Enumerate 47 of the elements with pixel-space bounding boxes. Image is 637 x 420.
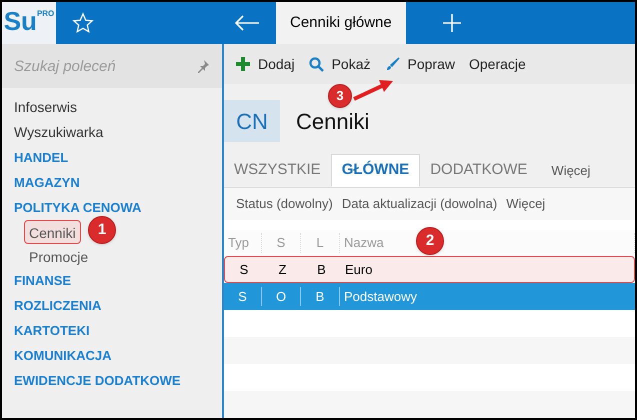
page-title: Cenniki xyxy=(296,108,370,136)
pin-icon[interactable] xyxy=(196,59,210,73)
table-cell: S xyxy=(224,286,262,306)
column-header[interactable]: S xyxy=(262,233,301,253)
table-cell: B xyxy=(301,286,340,306)
plus-icon xyxy=(236,57,250,72)
plus-icon[interactable] xyxy=(442,13,462,33)
search-field[interactable]: Szukaj poleceń xyxy=(2,44,222,88)
more-tab[interactable]: Więcej xyxy=(537,154,604,188)
toolbar-button[interactable]: Pokaż xyxy=(332,54,371,75)
search-icon xyxy=(308,56,324,72)
back-arrow-icon[interactable] xyxy=(234,14,260,32)
annotation-arrow xyxy=(352,79,394,101)
menu-section[interactable]: HANDEL xyxy=(14,145,68,170)
menu-section[interactable]: FINANSE xyxy=(14,268,72,293)
table-cell: O xyxy=(262,286,301,306)
table-cell-text: Z xyxy=(278,260,288,279)
toolbar-button[interactable]: Operacje xyxy=(468,54,526,75)
table-cell-text: S xyxy=(238,260,250,279)
toolbar-button[interactable]: Dodaj xyxy=(258,54,295,75)
filter-button[interactable]: Więcej xyxy=(506,194,546,214)
menu-item[interactable]: Infoserwis xyxy=(14,95,78,120)
toolbar-button[interactable]: Popraw xyxy=(408,54,455,75)
view-tab[interactable]: DODATKOWE xyxy=(420,154,538,188)
menu-section[interactable]: EWIDENCJE DODATKOWE xyxy=(14,368,181,393)
menu-section[interactable]: KOMUNIKACJA xyxy=(14,343,112,368)
column-header[interactable]: Typ xyxy=(224,233,262,253)
module-badge: CN xyxy=(224,100,280,142)
brush-icon xyxy=(384,56,400,72)
view-tab[interactable]: WSZYSTKIE xyxy=(224,154,331,188)
menu-section[interactable]: KARTOTEKI xyxy=(14,318,90,343)
document-tab[interactable]: Cenniki główne xyxy=(276,2,406,44)
star-icon[interactable] xyxy=(72,12,94,34)
menu-section[interactable]: ROZLICZENIA xyxy=(14,293,102,318)
table-cell-text: Euro xyxy=(344,260,374,279)
filter-button[interactable]: Data aktualizacji (dowolna) xyxy=(342,194,498,214)
menu-section[interactable]: MAGAZYN xyxy=(14,170,80,195)
table-row[interactable]: S O B Podstawowy xyxy=(224,283,635,310)
menu-item[interactable]: Wyszukiwarka xyxy=(14,120,104,145)
column-header[interactable]: L xyxy=(301,233,340,253)
menu-item[interactable]: Cenniki xyxy=(24,220,81,244)
menu-item[interactable]: Promocje xyxy=(24,244,94,268)
filter-button[interactable]: Status (dowolny) xyxy=(236,194,333,214)
table-cell-text: B xyxy=(316,260,327,279)
table-cell-text: Podstawowy xyxy=(343,288,418,306)
table-row[interactable]: S Z B Euro xyxy=(224,256,635,283)
view-tab[interactable]: GŁÓWNE xyxy=(330,154,420,188)
